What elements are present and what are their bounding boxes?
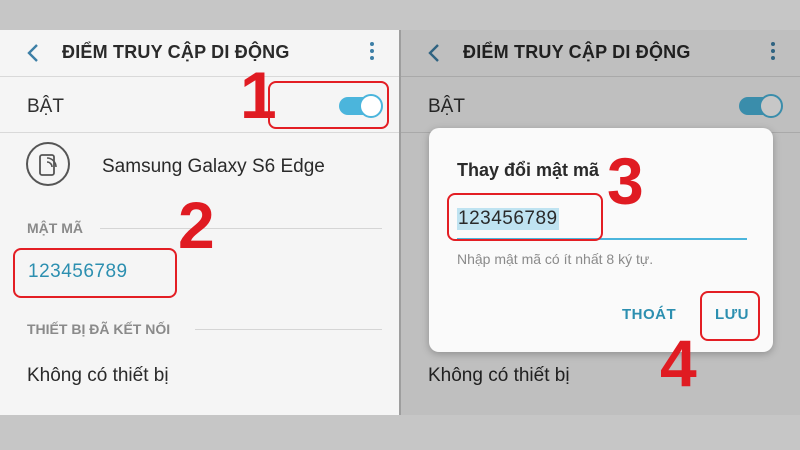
callout-box-password bbox=[13, 248, 177, 298]
step-number-4: 4 bbox=[660, 326, 697, 400]
app-bar: ĐIỂM TRUY CẬP DI ĐỘNG bbox=[0, 30, 399, 76]
phone-hotspot-icon bbox=[26, 142, 70, 186]
password-section-header: MẬT MÃ bbox=[27, 220, 83, 236]
step-number-2: 2 bbox=[178, 188, 215, 262]
hotspot-toggle-label: BẬT bbox=[27, 96, 64, 117]
divider bbox=[195, 329, 382, 330]
step-number-3: 3 bbox=[607, 144, 644, 218]
device-name[interactable]: Samsung Galaxy S6 Edge bbox=[102, 156, 325, 178]
more-vertical-icon[interactable] bbox=[367, 42, 377, 64]
connected-devices-header: THIẾT BỊ ĐÃ KẾT NỐI bbox=[27, 321, 171, 337]
chevron-left-icon[interactable] bbox=[22, 40, 46, 66]
callout-box-toggle bbox=[268, 81, 389, 129]
bottom-margin bbox=[0, 415, 800, 450]
no-devices-text: Không có thiết bị bbox=[27, 365, 169, 386]
cancel-button[interactable]: THOÁT bbox=[622, 306, 676, 323]
divider bbox=[0, 132, 399, 133]
divider bbox=[0, 76, 399, 77]
divider bbox=[100, 228, 382, 229]
dialog-title: Thay đổi mật mã bbox=[457, 160, 600, 180]
callout-box-save bbox=[700, 291, 760, 341]
callout-box-input bbox=[447, 193, 603, 241]
password-hint: Nhập mật mã có ít nhất 8 ký tự. bbox=[457, 251, 654, 267]
step-number-1: 1 bbox=[240, 58, 277, 132]
